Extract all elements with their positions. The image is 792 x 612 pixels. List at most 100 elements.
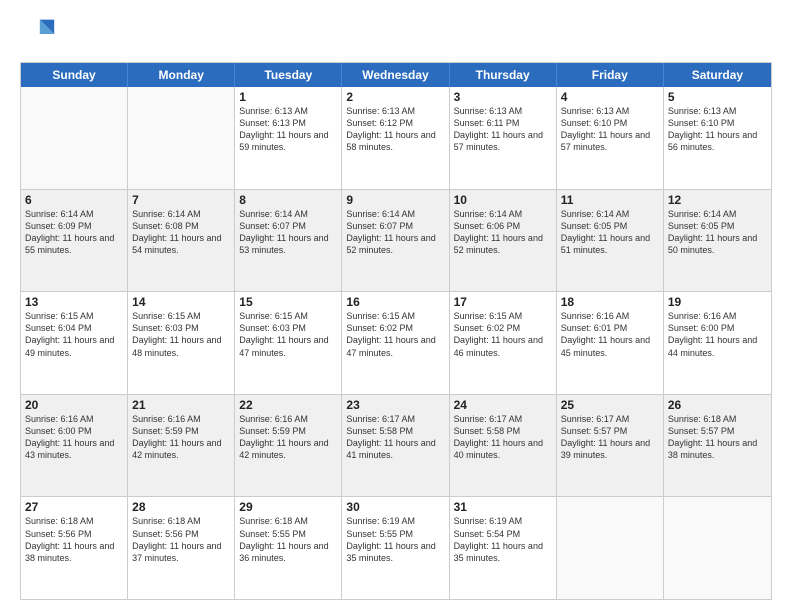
day-info: Sunrise: 6:19 AM Sunset: 5:55 PM Dayligh… [346,515,444,564]
calendar-cell: 13Sunrise: 6:15 AM Sunset: 6:04 PM Dayli… [21,292,128,394]
calendar-cell: 5Sunrise: 6:13 AM Sunset: 6:10 PM Daylig… [664,87,771,189]
calendar-cell: 25Sunrise: 6:17 AM Sunset: 5:57 PM Dayli… [557,395,664,497]
day-info: Sunrise: 6:15 AM Sunset: 6:02 PM Dayligh… [454,310,552,359]
calendar-cell: 23Sunrise: 6:17 AM Sunset: 5:58 PM Dayli… [342,395,449,497]
day-info: Sunrise: 6:13 AM Sunset: 6:12 PM Dayligh… [346,105,444,154]
calendar-cell: 31Sunrise: 6:19 AM Sunset: 5:54 PM Dayli… [450,497,557,599]
calendar-cell: 10Sunrise: 6:14 AM Sunset: 6:06 PM Dayli… [450,190,557,292]
day-number: 13 [25,295,123,309]
day-number: 15 [239,295,337,309]
day-number: 26 [668,398,767,412]
calendar-cell: 15Sunrise: 6:15 AM Sunset: 6:03 PM Dayli… [235,292,342,394]
calendar-cell: 3Sunrise: 6:13 AM Sunset: 6:11 PM Daylig… [450,87,557,189]
day-number: 4 [561,90,659,104]
header [20,16,772,52]
calendar-cell: 11Sunrise: 6:14 AM Sunset: 6:05 PM Dayli… [557,190,664,292]
calendar-row-3: 13Sunrise: 6:15 AM Sunset: 6:04 PM Dayli… [21,292,771,395]
day-info: Sunrise: 6:14 AM Sunset: 6:06 PM Dayligh… [454,208,552,257]
day-number: 5 [668,90,767,104]
day-info: Sunrise: 6:17 AM Sunset: 5:58 PM Dayligh… [346,413,444,462]
header-day-friday: Friday [557,63,664,87]
header-day-wednesday: Wednesday [342,63,449,87]
calendar-row-1: 1Sunrise: 6:13 AM Sunset: 6:13 PM Daylig… [21,87,771,190]
day-info: Sunrise: 6:15 AM Sunset: 6:03 PM Dayligh… [239,310,337,359]
day-info: Sunrise: 6:15 AM Sunset: 6:04 PM Dayligh… [25,310,123,359]
calendar-cell: 24Sunrise: 6:17 AM Sunset: 5:58 PM Dayli… [450,395,557,497]
day-info: Sunrise: 6:18 AM Sunset: 5:55 PM Dayligh… [239,515,337,564]
calendar-cell: 28Sunrise: 6:18 AM Sunset: 5:56 PM Dayli… [128,497,235,599]
calendar-cell: 14Sunrise: 6:15 AM Sunset: 6:03 PM Dayli… [128,292,235,394]
header-day-saturday: Saturday [664,63,771,87]
day-info: Sunrise: 6:17 AM Sunset: 5:58 PM Dayligh… [454,413,552,462]
day-number: 30 [346,500,444,514]
day-number: 3 [454,90,552,104]
day-info: Sunrise: 6:13 AM Sunset: 6:13 PM Dayligh… [239,105,337,154]
day-number: 19 [668,295,767,309]
calendar-row-5: 27Sunrise: 6:18 AM Sunset: 5:56 PM Dayli… [21,497,771,599]
day-info: Sunrise: 6:13 AM Sunset: 6:11 PM Dayligh… [454,105,552,154]
calendar-cell: 29Sunrise: 6:18 AM Sunset: 5:55 PM Dayli… [235,497,342,599]
day-info: Sunrise: 6:14 AM Sunset: 6:07 PM Dayligh… [239,208,337,257]
day-info: Sunrise: 6:19 AM Sunset: 5:54 PM Dayligh… [454,515,552,564]
day-number: 7 [132,193,230,207]
day-info: Sunrise: 6:18 AM Sunset: 5:57 PM Dayligh… [668,413,767,462]
day-number: 12 [668,193,767,207]
calendar-body: 1Sunrise: 6:13 AM Sunset: 6:13 PM Daylig… [21,87,771,599]
day-number: 6 [25,193,123,207]
day-info: Sunrise: 6:14 AM Sunset: 6:05 PM Dayligh… [668,208,767,257]
calendar-cell: 26Sunrise: 6:18 AM Sunset: 5:57 PM Dayli… [664,395,771,497]
day-number: 21 [132,398,230,412]
day-number: 1 [239,90,337,104]
calendar-cell: 12Sunrise: 6:14 AM Sunset: 6:05 PM Dayli… [664,190,771,292]
header-day-monday: Monday [128,63,235,87]
day-info: Sunrise: 6:14 AM Sunset: 6:08 PM Dayligh… [132,208,230,257]
calendar-row-4: 20Sunrise: 6:16 AM Sunset: 6:00 PM Dayli… [21,395,771,498]
calendar-cell: 16Sunrise: 6:15 AM Sunset: 6:02 PM Dayli… [342,292,449,394]
day-info: Sunrise: 6:16 AM Sunset: 6:00 PM Dayligh… [25,413,123,462]
day-info: Sunrise: 6:14 AM Sunset: 6:05 PM Dayligh… [561,208,659,257]
day-number: 22 [239,398,337,412]
calendar-row-2: 6Sunrise: 6:14 AM Sunset: 6:09 PM Daylig… [21,190,771,293]
day-number: 16 [346,295,444,309]
day-number: 10 [454,193,552,207]
calendar-cell: 4Sunrise: 6:13 AM Sunset: 6:10 PM Daylig… [557,87,664,189]
day-number: 25 [561,398,659,412]
calendar-cell: 22Sunrise: 6:16 AM Sunset: 5:59 PM Dayli… [235,395,342,497]
calendar-cell: 21Sunrise: 6:16 AM Sunset: 5:59 PM Dayli… [128,395,235,497]
calendar-cell: 19Sunrise: 6:16 AM Sunset: 6:00 PM Dayli… [664,292,771,394]
day-number: 28 [132,500,230,514]
day-info: Sunrise: 6:18 AM Sunset: 5:56 PM Dayligh… [25,515,123,564]
day-info: Sunrise: 6:15 AM Sunset: 6:02 PM Dayligh… [346,310,444,359]
day-info: Sunrise: 6:14 AM Sunset: 6:09 PM Dayligh… [25,208,123,257]
calendar-cell: 1Sunrise: 6:13 AM Sunset: 6:13 PM Daylig… [235,87,342,189]
calendar-cell: 30Sunrise: 6:19 AM Sunset: 5:55 PM Dayli… [342,497,449,599]
calendar-cell: 9Sunrise: 6:14 AM Sunset: 6:07 PM Daylig… [342,190,449,292]
calendar-cell: 7Sunrise: 6:14 AM Sunset: 6:08 PM Daylig… [128,190,235,292]
calendar-cell [128,87,235,189]
day-info: Sunrise: 6:18 AM Sunset: 5:56 PM Dayligh… [132,515,230,564]
day-number: 24 [454,398,552,412]
page: SundayMondayTuesdayWednesdayThursdayFrid… [0,0,792,612]
day-info: Sunrise: 6:13 AM Sunset: 6:10 PM Dayligh… [668,105,767,154]
calendar-cell: 8Sunrise: 6:14 AM Sunset: 6:07 PM Daylig… [235,190,342,292]
day-info: Sunrise: 6:17 AM Sunset: 5:57 PM Dayligh… [561,413,659,462]
day-info: Sunrise: 6:14 AM Sunset: 6:07 PM Dayligh… [346,208,444,257]
logo [20,16,60,52]
day-number: 23 [346,398,444,412]
day-info: Sunrise: 6:16 AM Sunset: 6:01 PM Dayligh… [561,310,659,359]
header-day-thursday: Thursday [450,63,557,87]
day-number: 20 [25,398,123,412]
day-info: Sunrise: 6:15 AM Sunset: 6:03 PM Dayligh… [132,310,230,359]
calendar-cell: 6Sunrise: 6:14 AM Sunset: 6:09 PM Daylig… [21,190,128,292]
calendar: SundayMondayTuesdayWednesdayThursdayFrid… [20,62,772,600]
header-day-sunday: Sunday [21,63,128,87]
day-number: 27 [25,500,123,514]
calendar-cell [664,497,771,599]
day-number: 2 [346,90,444,104]
calendar-cell: 20Sunrise: 6:16 AM Sunset: 6:00 PM Dayli… [21,395,128,497]
day-info: Sunrise: 6:16 AM Sunset: 5:59 PM Dayligh… [132,413,230,462]
day-number: 11 [561,193,659,207]
day-number: 29 [239,500,337,514]
day-number: 17 [454,295,552,309]
day-number: 14 [132,295,230,309]
